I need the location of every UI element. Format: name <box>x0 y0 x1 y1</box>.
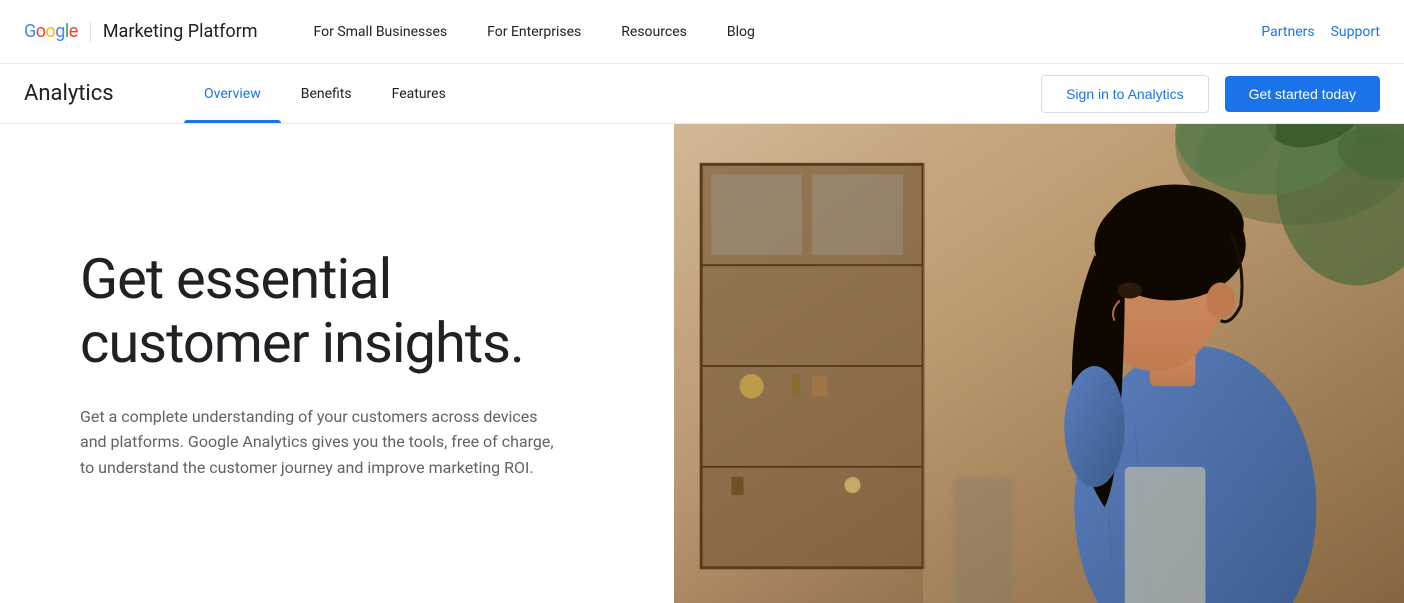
hero-section: Get essential customer insights. Get a c… <box>0 124 1404 603</box>
top-navigation: Google Marketing Platform For Small Busi… <box>0 0 1404 64</box>
secondary-navigation: Analytics Overview Benefits Features Sig… <box>0 64 1404 124</box>
hero-description: Get a complete understanding of your cus… <box>80 404 560 481</box>
nav-link-resources[interactable]: Resources <box>605 16 703 48</box>
hero-text-area: Get essential customer insights. Get a c… <box>0 124 674 603</box>
tab-features[interactable]: Features <box>372 64 466 123</box>
logo-letter-e: e <box>69 21 78 42</box>
tab-overview[interactable]: Overview <box>184 64 281 123</box>
hero-headline: Get essential customer insights. <box>80 247 626 376</box>
google-logo: Google <box>24 21 78 42</box>
support-link[interactable]: Support <box>1331 24 1380 40</box>
nav-link-enterprises[interactable]: For Enterprises <box>471 16 597 48</box>
nav-link-blog[interactable]: Blog <box>711 16 771 48</box>
logo-area: Google Marketing Platform <box>24 21 258 42</box>
top-nav-right: Partners Support <box>1261 24 1380 40</box>
hero-image <box>674 124 1404 603</box>
hero-photo-svg <box>674 124 1404 603</box>
top-nav-links: For Small Businesses For Enterprises Res… <box>298 16 1262 48</box>
secondary-nav-links: Overview Benefits Features <box>184 64 1041 123</box>
secondary-nav-right: Sign in to Analytics Get started today <box>1041 75 1380 113</box>
platform-text: Marketing Platform <box>103 21 258 42</box>
tab-benefits[interactable]: Benefits <box>281 64 372 123</box>
logo-letter-o1: o <box>36 21 46 42</box>
logo-divider <box>90 22 91 42</box>
nav-link-small-businesses[interactable]: For Small Businesses <box>298 16 464 48</box>
logo-letter-o2: o <box>46 21 56 42</box>
get-started-button[interactable]: Get started today <box>1225 76 1380 112</box>
analytics-title: Analytics <box>24 81 144 106</box>
sign-in-button[interactable]: Sign in to Analytics <box>1041 75 1209 113</box>
partners-link[interactable]: Partners <box>1261 24 1314 40</box>
logo-letter-g2: g <box>55 21 65 42</box>
logo-letter-g: G <box>24 21 36 42</box>
